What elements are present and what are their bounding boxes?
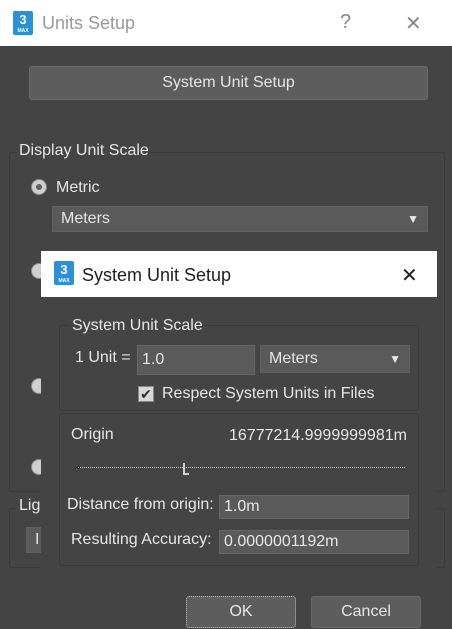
system-unit-scale-title: System Unit Scale xyxy=(70,317,205,335)
dialog-logo-text: MAX xyxy=(58,278,70,284)
system-unit-setup-button[interactable]: System Unit Setup xyxy=(29,66,428,100)
metric-unit-select[interactable]: Meters ▼ xyxy=(52,206,428,232)
dialog-title: System Unit Setup xyxy=(82,265,232,285)
lighting-units-value: I xyxy=(35,531,40,548)
chevron-down-icon: ▼ xyxy=(389,352,401,366)
resulting-accuracy-label: Resulting Accuracy: xyxy=(71,531,212,548)
dialog-logo-number: 3 xyxy=(60,262,68,277)
cancel-button[interactable]: Cancel xyxy=(311,596,421,628)
metric-label: Metric xyxy=(56,179,100,196)
origin-label: Origin xyxy=(71,426,114,443)
respect-system-units-label: Respect System Units in Files xyxy=(162,385,375,402)
help-icon[interactable]: ? xyxy=(340,11,351,34)
window-title: Units Setup xyxy=(42,13,136,33)
app-logo-text: MAX xyxy=(17,28,29,34)
app-logo-icon: 3 MAX xyxy=(13,11,33,35)
metric-radio[interactable] xyxy=(31,179,47,195)
origin-slider-thumb[interactable] xyxy=(183,463,189,475)
app-logo-number: 3 xyxy=(19,12,27,27)
origin-slider-track[interactable] xyxy=(78,467,405,468)
distance-from-origin-input[interactable]: 1.0m xyxy=(219,495,409,519)
unit-type-select[interactable]: Meters ▼ xyxy=(260,345,410,373)
chevron-down-icon: ▼ xyxy=(407,212,419,226)
origin-value: 16777214.9999999981m xyxy=(229,427,407,444)
close-icon[interactable]: ✕ xyxy=(405,11,422,36)
ok-button[interactable]: OK xyxy=(186,596,296,628)
unit-type-value: Meters xyxy=(269,350,318,367)
unit-value-input[interactable]: 1.0 xyxy=(137,345,255,375)
display-unit-scale-title: Display Unit Scale xyxy=(17,142,151,160)
respect-system-units-checkbox[interactable]: ✔ xyxy=(138,386,154,402)
metric-unit-value: Meters xyxy=(61,210,110,227)
resulting-accuracy-value: 0.0000001192m xyxy=(219,530,409,554)
unit-equals-label: 1 Unit = xyxy=(75,349,131,366)
dialog-close-icon[interactable]: ✕ xyxy=(401,263,418,288)
dialog-app-logo-icon: 3 MAX xyxy=(54,261,74,285)
distance-from-origin-label: Distance from origin: xyxy=(67,496,214,513)
